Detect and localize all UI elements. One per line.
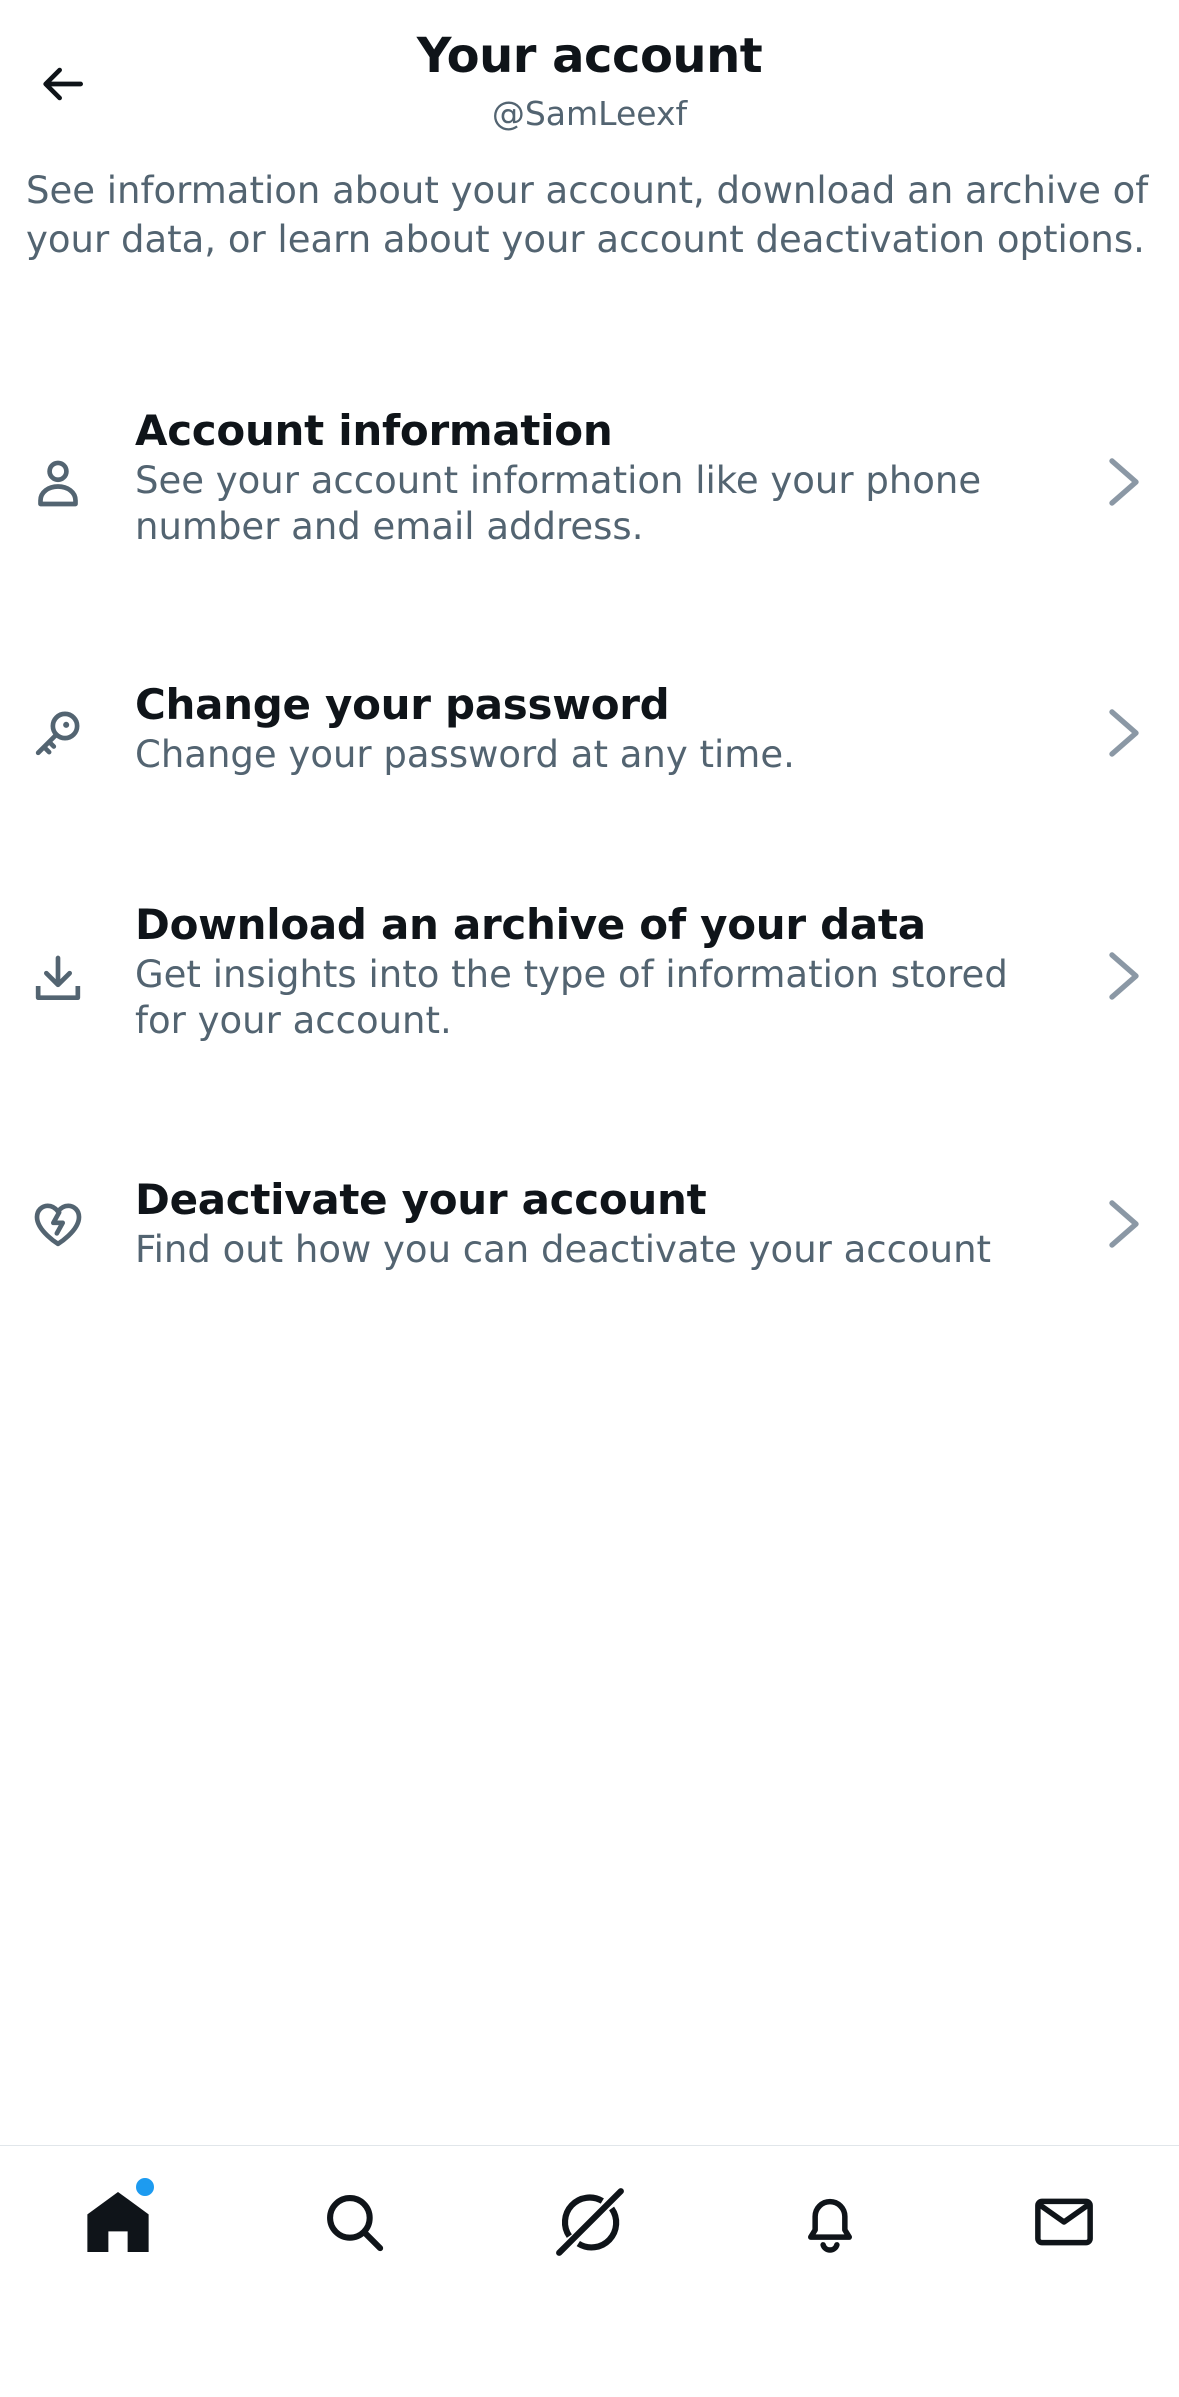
tab-grok[interactable]	[550, 2182, 630, 2262]
chevron-right-icon	[1109, 709, 1139, 757]
tab-search[interactable]	[314, 2182, 394, 2262]
item-subtitle: Find out how you can deactivate your acc…	[135, 1228, 992, 1271]
grok-icon	[556, 2188, 624, 2256]
search-icon	[327, 2195, 384, 2252]
person-icon	[38, 460, 78, 507]
tab-notifications[interactable]	[790, 2182, 870, 2262]
broken-heart-icon	[34, 1203, 82, 1247]
menu-item-account-information[interactable]: Account information See your account inf…	[0, 400, 1179, 570]
item-subtitle: Get insights into the type of informatio…	[135, 953, 1008, 1042]
tab-messages[interactable]	[1024, 2182, 1104, 2262]
item-title: Deactivate your account	[135, 1175, 707, 1224]
item-subtitle: See your account information like your p…	[135, 459, 982, 548]
item-title: Account information	[135, 406, 613, 455]
mail-icon	[1035, 2198, 1093, 2246]
key-icon	[35, 711, 80, 756]
bell-icon	[808, 2198, 852, 2253]
chevron-right-icon	[1109, 952, 1139, 1000]
menu-item-download-archive[interactable]: Download an archive of your data Get ins…	[0, 895, 1179, 1065]
notification-dot	[133, 2175, 157, 2199]
top-bar: Your account @SamLeexf	[0, 0, 1179, 150]
account-handle: @SamLeexf	[491, 94, 688, 133]
bottom-tab-bar	[0, 2145, 1179, 2397]
item-title: Download an archive of your data	[135, 900, 926, 949]
page-title: Your account	[416, 28, 763, 84]
menu-item-change-password[interactable]: Change your password Change your passwor…	[0, 675, 1179, 795]
chevron-right-icon	[1109, 1200, 1139, 1248]
chevron-right-icon	[1109, 458, 1139, 506]
download-icon	[35, 955, 81, 1000]
item-subtitle: Change your password at any time.	[135, 733, 795, 776]
item-title: Change your password	[135, 680, 670, 729]
menu-item-deactivate-account[interactable]: Deactivate your account Find out how you…	[0, 1170, 1179, 1290]
page-description: See information about your account, down…	[26, 169, 1149, 261]
